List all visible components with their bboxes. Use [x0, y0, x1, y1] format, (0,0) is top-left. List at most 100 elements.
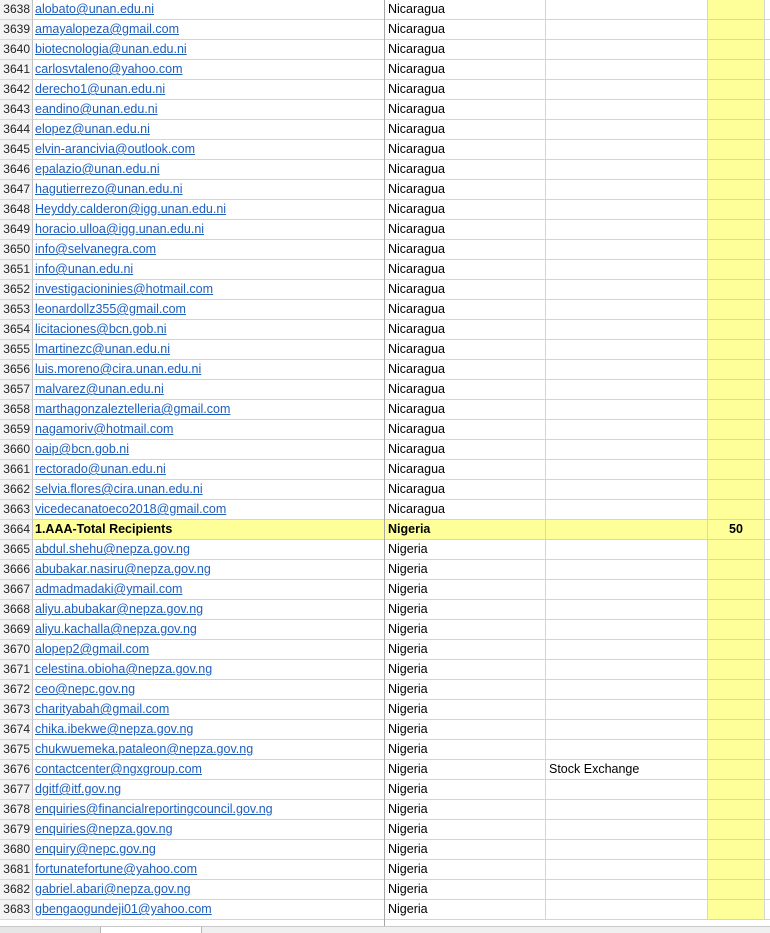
row-number[interactable]: 3653: [0, 300, 33, 320]
next-column-cell[interactable]: [765, 860, 770, 880]
email-link[interactable]: amayalopeza@gmail.com: [35, 22, 179, 36]
count-cell[interactable]: [708, 300, 765, 320]
organization-cell[interactable]: [546, 560, 708, 580]
next-column-cell[interactable]: [765, 480, 770, 500]
next-column-cell[interactable]: [765, 260, 770, 280]
country-cell[interactable]: Nicaragua: [385, 280, 546, 300]
email-link[interactable]: derecho1@unan.edu.ni: [35, 82, 165, 96]
country-cell[interactable]: Nicaragua: [385, 500, 546, 520]
organization-cell[interactable]: [546, 80, 708, 100]
row-number[interactable]: 3674: [0, 720, 33, 740]
next-column-cell[interactable]: [765, 540, 770, 560]
email-link[interactable]: gbengaogundeji01@yahoo.com: [35, 902, 212, 916]
organization-cell[interactable]: [546, 420, 708, 440]
email-cell[interactable]: elvin-arancivia@outlook.com: [33, 140, 385, 160]
email-link[interactable]: rectorado@unan.edu.ni: [35, 462, 166, 476]
country-cell[interactable]: Nicaragua: [385, 220, 546, 240]
row-number[interactable]: 3641: [0, 60, 33, 80]
email-link[interactable]: enquiries@financialreportingcouncil.gov.…: [35, 802, 273, 816]
next-column-cell[interactable]: [765, 0, 770, 20]
count-cell[interactable]: [708, 680, 765, 700]
row-number[interactable]: 3665: [0, 540, 33, 560]
next-column-cell[interactable]: [765, 440, 770, 460]
organization-cell[interactable]: [546, 800, 708, 820]
next-column-cell[interactable]: [765, 320, 770, 340]
count-cell[interactable]: [708, 220, 765, 240]
organization-cell[interactable]: [546, 500, 708, 520]
email-link[interactable]: alopep2@gmail.com: [35, 642, 149, 656]
country-cell[interactable]: Nigeria: [385, 800, 546, 820]
next-column-cell[interactable]: [765, 660, 770, 680]
email-link[interactable]: hagutierrezo@unan.edu.ni: [35, 182, 183, 196]
email-cell[interactable]: abubakar.nasiru@nepza.gov.ng: [33, 560, 385, 580]
country-cell[interactable]: Nicaragua: [385, 340, 546, 360]
email-link[interactable]: enquiry@nepc.gov.ng: [35, 842, 156, 856]
count-cell[interactable]: [708, 600, 765, 620]
email-cell[interactable]: contactcenter@ngxgroup.com: [33, 760, 385, 780]
email-cell[interactable]: vicedecanatoeco2018@gmail.com: [33, 500, 385, 520]
next-column-cell[interactable]: [765, 620, 770, 640]
sheet-tab-active[interactable]: [101, 927, 202, 933]
count-cell[interactable]: [708, 640, 765, 660]
row-number[interactable]: 3671: [0, 660, 33, 680]
next-column-cell[interactable]: [765, 160, 770, 180]
organization-cell[interactable]: [546, 620, 708, 640]
organization-cell[interactable]: [546, 40, 708, 60]
next-column-cell[interactable]: [765, 80, 770, 100]
row-number[interactable]: 3670: [0, 640, 33, 660]
email-link[interactable]: nagamoriv@hotmail.com: [35, 422, 173, 436]
row-number[interactable]: 3679: [0, 820, 33, 840]
email-link[interactable]: abubakar.nasiru@nepza.gov.ng: [35, 562, 211, 576]
next-column-cell[interactable]: [765, 760, 770, 780]
country-cell[interactable]: Nicaragua: [385, 420, 546, 440]
row-number[interactable]: 3655: [0, 340, 33, 360]
count-cell[interactable]: [708, 100, 765, 120]
organization-cell[interactable]: [546, 380, 708, 400]
email-link[interactable]: dgitf@itf.gov.ng: [35, 782, 121, 796]
organization-cell[interactable]: Stock Exchange: [546, 760, 708, 780]
row-number[interactable]: 3663: [0, 500, 33, 520]
count-cell[interactable]: [708, 140, 765, 160]
email-link[interactable]: chika.ibekwe@nepza.gov.ng: [35, 722, 193, 736]
row-number[interactable]: 3644: [0, 120, 33, 140]
row-number[interactable]: 3673: [0, 700, 33, 720]
email-link[interactable]: marthagonzaleztelleria@gmail.com: [35, 402, 230, 416]
row-number[interactable]: 3669: [0, 620, 33, 640]
next-column-cell[interactable]: [765, 420, 770, 440]
email-link[interactable]: abdul.shehu@nepza.gov.ng: [35, 542, 190, 556]
organization-cell[interactable]: [546, 700, 708, 720]
organization-cell[interactable]: [546, 200, 708, 220]
count-cell[interactable]: [708, 880, 765, 900]
email-cell[interactable]: charityabah@gmail.com: [33, 700, 385, 720]
email-cell[interactable]: aliyu.kachalla@nepza.gov.ng: [33, 620, 385, 640]
email-link[interactable]: luis.moreno@cira.unan.edu.ni: [35, 362, 201, 376]
row-number[interactable]: 3645: [0, 140, 33, 160]
organization-cell[interactable]: [546, 340, 708, 360]
organization-cell[interactable]: [546, 900, 708, 920]
next-column-cell[interactable]: [765, 380, 770, 400]
email-link[interactable]: biotecnologia@unan.edu.ni: [35, 42, 187, 56]
country-cell[interactable]: Nicaragua: [385, 380, 546, 400]
email-link[interactable]: charityabah@gmail.com: [35, 702, 169, 716]
row-number[interactable]: 3647: [0, 180, 33, 200]
next-column-cell[interactable]: [765, 560, 770, 580]
row-number[interactable]: 3660: [0, 440, 33, 460]
next-column-cell[interactable]: [765, 280, 770, 300]
next-column-cell[interactable]: [765, 500, 770, 520]
email-link[interactable]: horacio.ulloa@igg.unan.edu.ni: [35, 222, 204, 236]
count-cell[interactable]: [708, 460, 765, 480]
country-cell[interactable]: Nicaragua: [385, 60, 546, 80]
organization-cell[interactable]: [546, 460, 708, 480]
organization-cell[interactable]: [546, 640, 708, 660]
country-cell[interactable]: Nigeria: [385, 680, 546, 700]
email-cell[interactable]: epalazio@unan.edu.ni: [33, 160, 385, 180]
row-number[interactable]: 3668: [0, 600, 33, 620]
row-number[interactable]: 3651: [0, 260, 33, 280]
count-cell[interactable]: [708, 720, 765, 740]
row-number[interactable]: 3678: [0, 800, 33, 820]
row-number[interactable]: 3643: [0, 100, 33, 120]
count-cell[interactable]: [708, 740, 765, 760]
count-cell[interactable]: [708, 500, 765, 520]
email-cell[interactable]: info@selvanegra.com: [33, 240, 385, 260]
next-column-cell[interactable]: [765, 800, 770, 820]
